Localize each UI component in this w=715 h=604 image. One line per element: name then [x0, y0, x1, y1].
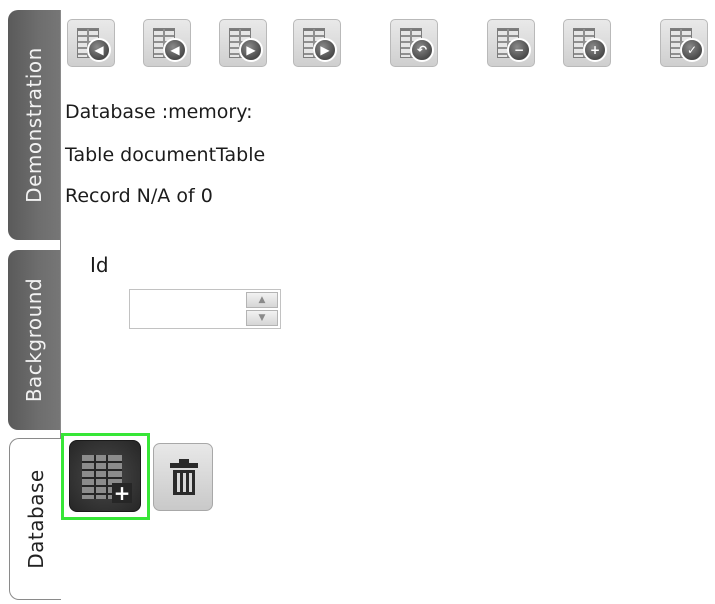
commit-button[interactable]: ✓ — [660, 19, 708, 67]
next-record-icon: ▶ — [239, 38, 263, 62]
add-table-button[interactable]: + — [69, 440, 141, 512]
tab-demonstration[interactable]: Demonstration — [8, 10, 60, 240]
tab-background[interactable]: Background — [8, 250, 60, 430]
first-record-button[interactable]: ◀ — [67, 19, 115, 67]
add-icon: + — [112, 481, 132, 505]
plus-icon: + — [583, 38, 607, 62]
id-input[interactable] — [130, 290, 244, 328]
record-info: Record N/A of 0 — [65, 185, 213, 207]
table-info: Table documentTable — [65, 144, 266, 166]
delete-table-button[interactable] — [153, 443, 213, 511]
add-record-button[interactable]: + — [563, 19, 611, 67]
id-label: Id — [90, 253, 109, 277]
tab-panel-border — [60, 10, 61, 438]
spin-down-button[interactable]: ▼ — [246, 310, 278, 326]
next-record-button[interactable]: ▶ — [219, 19, 267, 67]
minus-icon: − — [507, 38, 531, 62]
last-record-button[interactable]: ▶ — [293, 19, 341, 67]
id-spinbox: ▲ ▼ — [129, 289, 281, 329]
tab-demonstration-label: Demonstration — [22, 47, 46, 203]
tab-database[interactable]: Database — [9, 438, 61, 600]
last-record-icon: ▶ — [313, 38, 337, 62]
tab-background-label: Background — [22, 277, 46, 403]
database-info: Database :memory: — [65, 101, 253, 123]
trash-icon — [170, 459, 198, 495]
checkmark-icon: ✓ — [680, 38, 704, 62]
previous-record-button[interactable]: ◀ — [143, 19, 191, 67]
spin-up-button[interactable]: ▲ — [246, 292, 278, 308]
previous-record-icon: ◀ — [163, 38, 187, 62]
delete-record-button[interactable]: − — [487, 19, 535, 67]
undo-button[interactable]: ↶ — [390, 19, 438, 67]
tab-database-label: Database — [23, 469, 48, 569]
spin-buttons: ▲ ▼ — [246, 292, 278, 326]
undo-icon: ↶ — [410, 38, 434, 62]
first-record-icon: ◀ — [87, 38, 111, 62]
